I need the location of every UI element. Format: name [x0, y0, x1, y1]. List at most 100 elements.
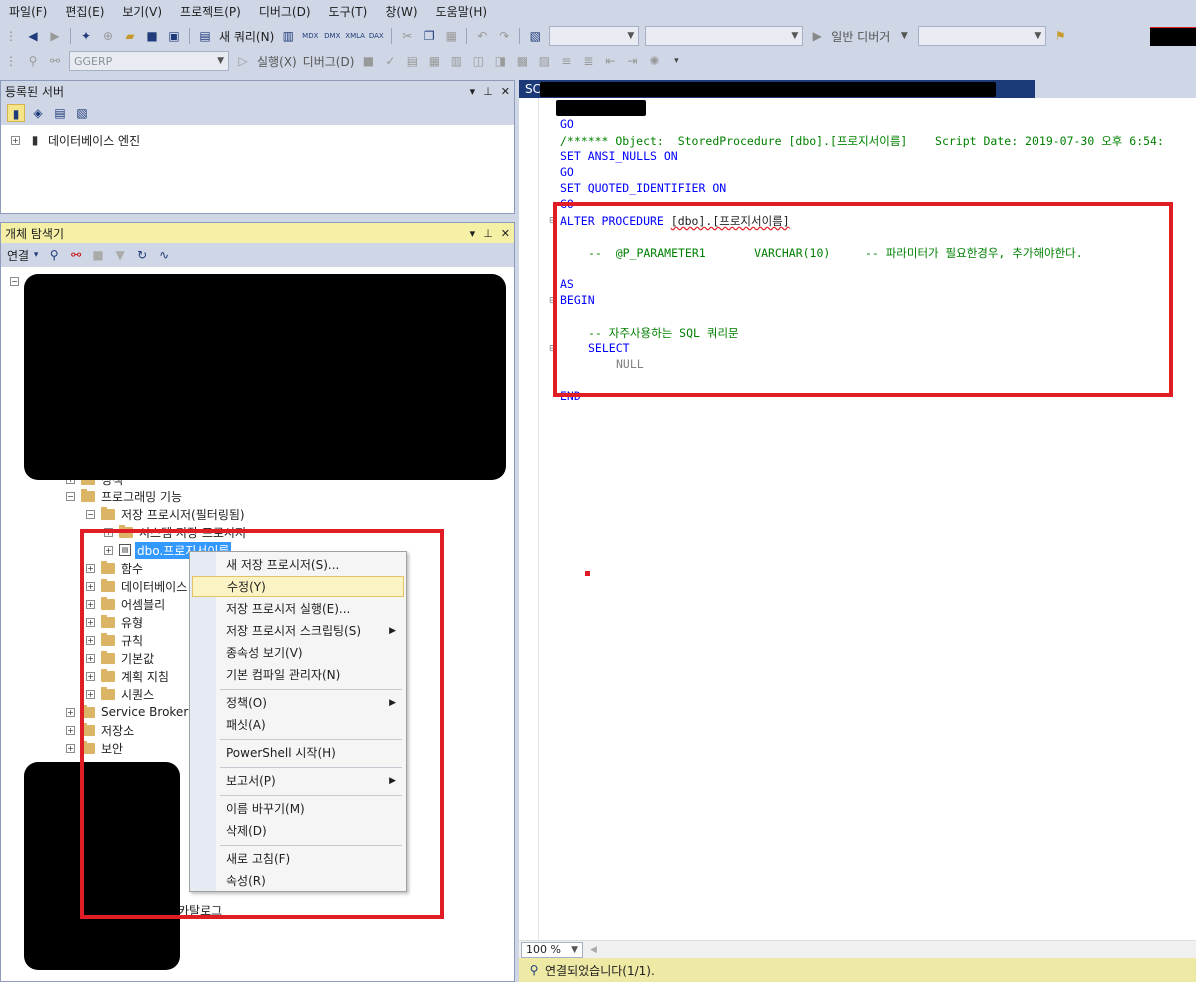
menu-edit[interactable]: 편집(E) [56, 0, 113, 24]
database-engine-icon[interactable]: ▮ [7, 104, 25, 122]
open-file-icon[interactable]: ▰ [121, 27, 139, 45]
mdx-query-icon[interactable]: MDX [301, 27, 319, 45]
execute-icon[interactable]: ▷ [234, 52, 252, 70]
parse-icon[interactable]: ✓ [381, 52, 399, 70]
menu-item-modify[interactable]: 수정(Y) [192, 576, 404, 597]
dropdown-arrow-icon[interactable]: ▾ [31, 246, 41, 264]
menu-item-policies[interactable]: 정책(O) ▶ [192, 692, 404, 713]
stop-icon[interactable]: ■ [89, 246, 107, 264]
debugger-label[interactable]: 일반 디버거 [828, 28, 893, 45]
execute-button[interactable]: 실행(X) [254, 53, 300, 70]
add-item-icon[interactable]: ⊕ [99, 27, 117, 45]
refresh-icon[interactable]: ↻ [133, 246, 151, 264]
menu-item-delete[interactable]: 삭제(D) [192, 820, 404, 841]
dax-query-icon[interactable]: DAX [367, 27, 385, 45]
disconnect-icon[interactable]: ⚯ [67, 246, 85, 264]
collapse-icon[interactable]: − [66, 491, 75, 501]
pin-icon[interactable]: ⊥ [483, 85, 493, 98]
menu-item-script-procedure[interactable]: 저장 프로시저 스크립팅(S) ▶ [192, 620, 404, 641]
database-combo[interactable]: GGERP ▼ [69, 51, 229, 71]
debug-target-combo[interactable]: ▼ [918, 26, 1047, 46]
cut-icon[interactable]: ✂ [398, 27, 416, 45]
tree-node-programming[interactable]: − 프로그래밍 기능 [66, 487, 182, 505]
expand-icon[interactable]: + [66, 743, 75, 753]
expand-icon[interactable]: + [66, 707, 75, 717]
results-to-file-icon[interactable]: ▥ [447, 52, 465, 70]
back-icon[interactable]: ◀ [24, 27, 42, 45]
xmla-query-icon[interactable]: XMLA [345, 27, 365, 45]
copy-icon[interactable]: ❐ [420, 27, 438, 45]
zoom-combo[interactable]: 100 % ▼ [521, 941, 583, 958]
menu-item-view-dependencies[interactable]: 종속성 보기(V) [192, 642, 404, 663]
actual-plan-icon[interactable]: ▨ [535, 52, 553, 70]
indent-increase-icon[interactable]: ⇥ [623, 52, 641, 70]
menu-item-refresh[interactable]: 새로 고침(F) [192, 848, 404, 869]
paste-icon[interactable]: ▦ [442, 27, 460, 45]
uncomment-icon[interactable]: ≣ [579, 52, 597, 70]
connect-button[interactable]: 연결 [7, 247, 29, 264]
redo-icon[interactable]: ↷ [495, 27, 513, 45]
menu-view[interactable]: 보기(V) [113, 0, 171, 24]
results-to-grid-icon[interactable]: ▦ [425, 52, 443, 70]
dropdown-icon[interactable]: ▾ [470, 85, 476, 98]
scroll-left-icon[interactable]: ◀ [590, 945, 597, 955]
debug-button[interactable]: 디버그(D) [300, 53, 358, 70]
menu-debug[interactable]: 디버그(D) [250, 0, 320, 24]
comment-icon[interactable]: ≡ [557, 52, 575, 70]
expand-icon[interactable]: + [11, 135, 20, 145]
expand-icon[interactable]: + [66, 725, 75, 735]
include-stats-icon[interactable]: ▩ [513, 52, 531, 70]
tree-node-stored-procedures[interactable]: − 저장 프로시저(필터링됨) [86, 505, 245, 523]
menu-help[interactable]: 도움말(H) [427, 0, 497, 24]
activity-icon[interactable]: ∿ [155, 246, 173, 264]
toolbar-options-icon[interactable]: ▾ [667, 52, 685, 70]
dropdown-arrow-icon[interactable]: ▼ [895, 27, 913, 45]
reporting-services-icon[interactable]: ▤ [51, 104, 69, 122]
pin-icon[interactable]: ⊥ [483, 227, 493, 240]
menu-window[interactable]: 창(W) [376, 0, 426, 24]
close-icon[interactable]: ✕ [501, 85, 510, 98]
menu-item-compile-manager[interactable]: 기본 컴파일 관리자(N) [192, 664, 404, 685]
db-engine-query-icon[interactable]: ▥ [279, 27, 297, 45]
tree-node-database-engine[interactable]: + ▮ 데이터베이스 엔진 [11, 131, 140, 149]
estimated-plan-icon[interactable]: ◫ [469, 52, 487, 70]
indent-decrease-icon[interactable]: ⇤ [601, 52, 619, 70]
menu-item-facets[interactable]: 패싯(A) [192, 714, 404, 735]
stop-icon[interactable]: ■ [359, 52, 377, 70]
menu-tools[interactable]: 도구(T) [320, 0, 377, 24]
collapse-icon[interactable]: − [86, 509, 95, 519]
query-options-icon[interactable]: ◨ [491, 52, 509, 70]
save-all-icon[interactable]: ▣ [165, 27, 183, 45]
forward-icon[interactable]: ▶ [46, 27, 64, 45]
filter-icon[interactable]: ▼ [111, 246, 129, 264]
undo-icon[interactable]: ↶ [473, 27, 491, 45]
integration-services-icon[interactable]: ▧ [73, 104, 91, 122]
close-icon[interactable]: ✕ [501, 227, 510, 240]
new-query-icon[interactable]: ▤ [196, 27, 214, 45]
new-query-button[interactable]: 새 쿼리(N) [216, 28, 277, 45]
find-icon[interactable]: ⚑ [1051, 27, 1069, 45]
platform-combo[interactable]: ▼ [645, 26, 804, 46]
collapse-icon[interactable]: − [10, 276, 19, 286]
menu-project[interactable]: 프로젝트(P) [171, 0, 250, 24]
dmx-query-icon[interactable]: DMX [323, 27, 341, 45]
search-box[interactable] [1150, 27, 1196, 46]
results-to-text-icon[interactable]: ▤ [403, 52, 421, 70]
new-project-icon[interactable]: ✦ [77, 27, 95, 45]
change-connection-icon[interactable]: ⚯ [46, 52, 64, 70]
dropdown-icon[interactable]: ▾ [470, 227, 476, 240]
connect-icon[interactable]: ⚲ [24, 52, 42, 70]
tree-node-server[interactable]: − [10, 272, 25, 290]
solution-config-combo[interactable]: ▼ [549, 26, 640, 46]
menu-file[interactable]: 파일(F) [0, 0, 56, 24]
save-icon[interactable]: ■ [143, 27, 161, 45]
menu-item-start-powershell[interactable]: PowerShell 시작(H) [192, 742, 404, 763]
activity-monitor-icon[interactable]: ▧ [526, 27, 544, 45]
menu-item-rename[interactable]: 이름 바꾸기(M) [192, 798, 404, 819]
menu-item-properties[interactable]: 속성(R) [192, 870, 404, 891]
menu-item-reports[interactable]: 보고서(P) ▶ [192, 770, 404, 791]
menu-item-execute-procedure[interactable]: 저장 프로시저 실행(E)... [192, 598, 404, 619]
specify-values-icon[interactable]: ✺ [645, 52, 663, 70]
menu-item-new-procedure[interactable]: 새 저장 프로시저(S)... [192, 554, 404, 575]
analysis-services-icon[interactable]: ◈ [29, 104, 47, 122]
